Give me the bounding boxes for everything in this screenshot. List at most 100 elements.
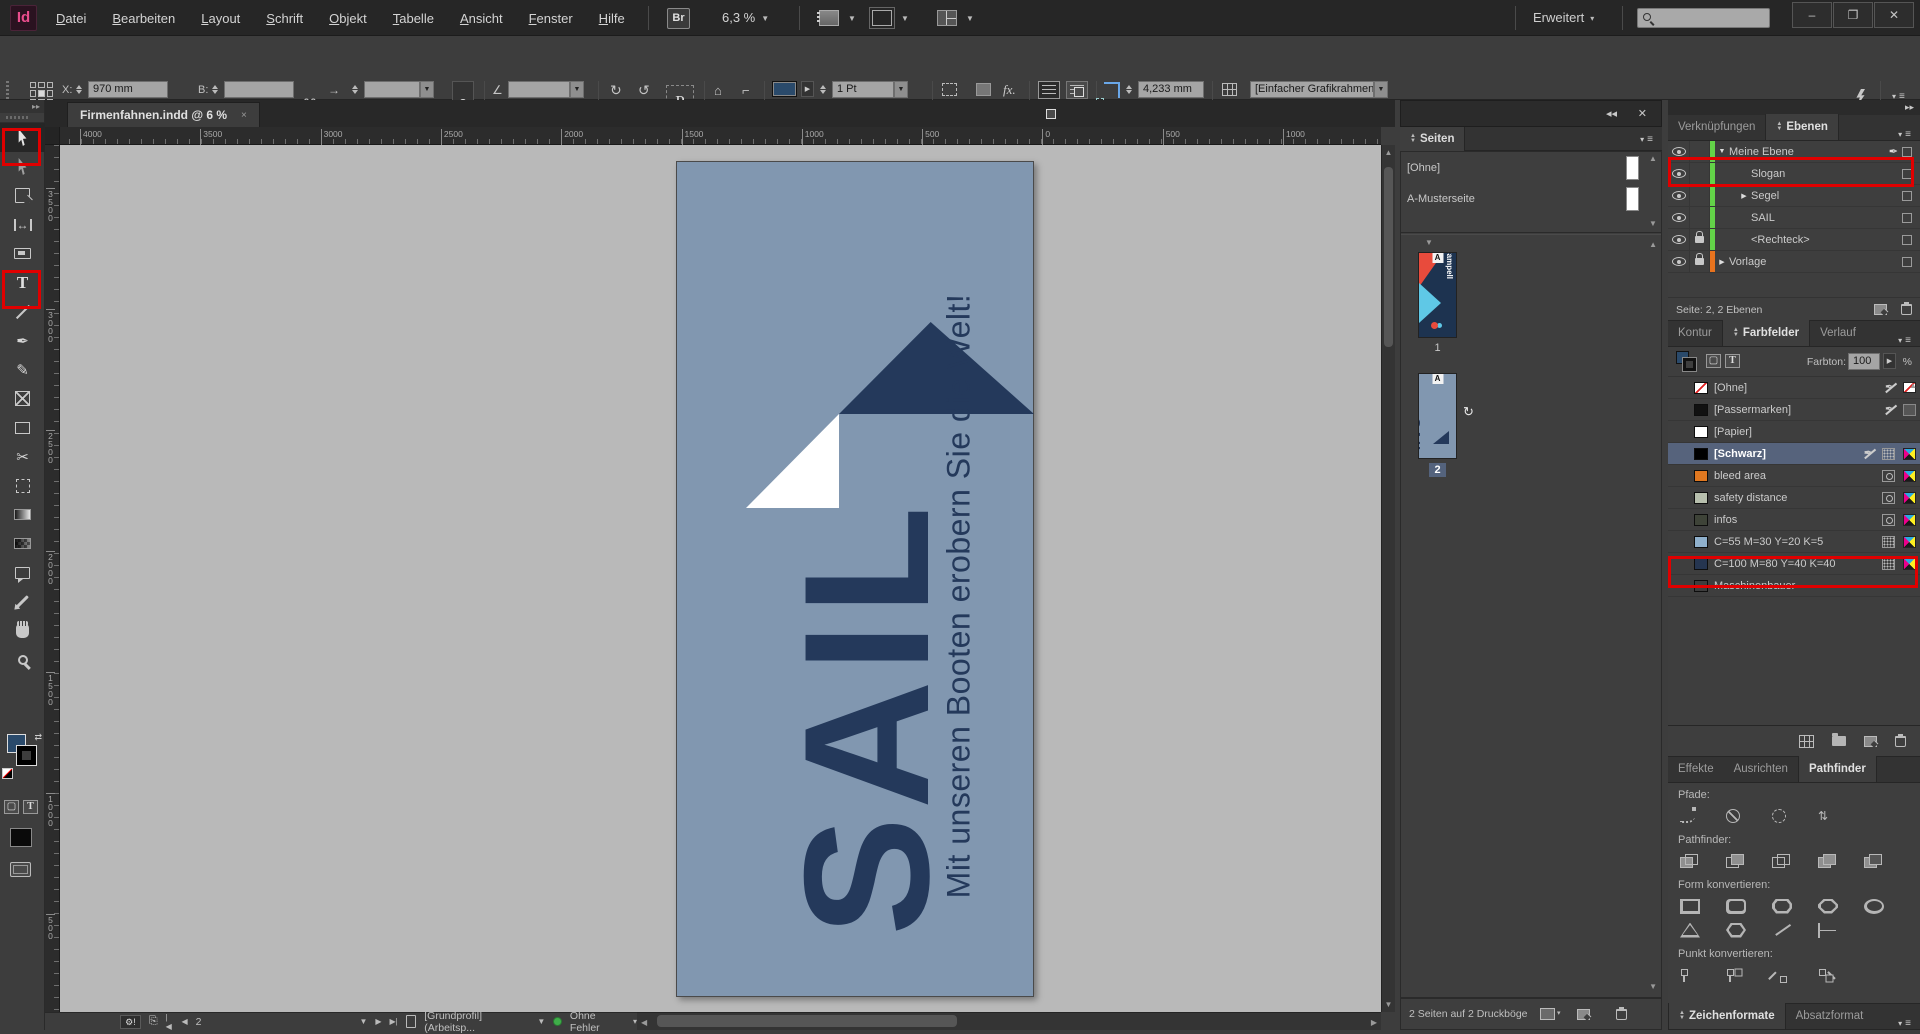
- pathfinder-intersect-icon[interactable]: [1772, 849, 1818, 873]
- scroll-down-icon[interactable]: ▼: [1382, 1000, 1395, 1009]
- sail-triangle-navy[interactable]: [839, 322, 1034, 414]
- rotation-angle-field[interactable]: [508, 81, 570, 98]
- layer-row[interactable]: SAIL ✒: [1668, 207, 1920, 229]
- tools-grip[interactable]: [0, 113, 44, 123]
- fancy-corners-icon[interactable]: [942, 83, 957, 96]
- tab-verknuepfungen[interactable]: Verknüpfungen: [1668, 114, 1765, 140]
- convert-rounded-rectangle-icon[interactable]: [1726, 894, 1772, 918]
- bridge-button[interactable]: Br: [667, 8, 690, 29]
- page-size-icon[interactable]: [1540, 1008, 1555, 1020]
- scroll-down-icon[interactable]: ▼: [1647, 219, 1659, 228]
- convert-polygon-icon[interactable]: [1726, 918, 1772, 942]
- object-style-field[interactable]: [Einfacher Grafikrahmen]+: [1250, 81, 1374, 98]
- layer-name[interactable]: Meine Ebene: [1729, 146, 1889, 158]
- pathfinder-add-icon[interactable]: [1680, 849, 1726, 873]
- free-transform-tool[interactable]: [0, 471, 45, 500]
- note-tool[interactable]: [0, 558, 45, 587]
- pen-tool[interactable]: ✒: [0, 326, 45, 355]
- convert-symmetrical-point-icon[interactable]: [1818, 963, 1864, 987]
- screen-mode-normal-button[interactable]: [10, 862, 31, 877]
- close-button[interactable]: ✕: [1874, 2, 1914, 28]
- scale-x-field[interactable]: [364, 81, 420, 98]
- width-field[interactable]: [224, 81, 294, 98]
- visibility-cell[interactable]: [1668, 163, 1690, 184]
- last-page-button[interactable]: ▶|: [390, 1017, 398, 1026]
- tab-ausrichten[interactable]: Ausrichten: [1724, 756, 1798, 782]
- page-2-label[interactable]: 2: [1418, 464, 1457, 476]
- layer-row[interactable]: <Rechteck> ✒: [1668, 229, 1920, 251]
- stroke-proxy-swatch[interactable]: [17, 746, 36, 765]
- x-field[interactable]: 970 mm: [88, 81, 168, 98]
- first-page-button[interactable]: |◀: [166, 1013, 174, 1031]
- tint-dropdown[interactable]: ▶: [1883, 353, 1896, 369]
- menu-item[interactable]: Objekt: [329, 11, 367, 26]
- fx-button[interactable]: fx.: [1003, 82, 1016, 98]
- layer-name[interactable]: Vorlage: [1729, 256, 1889, 268]
- apply-color-button[interactable]: [10, 828, 32, 847]
- master-page-thumbnail[interactable]: [1626, 156, 1639, 180]
- lock-cell[interactable]: [1690, 229, 1710, 250]
- selection-tool[interactable]: [0, 123, 45, 152]
- layer-name[interactable]: SAIL: [1751, 212, 1889, 224]
- pencil-tool[interactable]: ✎: [0, 355, 45, 384]
- horizontal-ruler[interactable]: 400035003000250020001500100050005001000: [45, 127, 1381, 145]
- select-container-icon[interactable]: ⌂: [714, 83, 722, 98]
- fill-stroke-proxy[interactable]: ⇄: [0, 732, 45, 796]
- swatch-row[interactable]: [Passermarken]: [1668, 399, 1920, 421]
- layer-target-box[interactable]: [1902, 235, 1912, 245]
- document-tab[interactable]: Firmenfahnen.indd @ 6 % ×: [67, 102, 260, 127]
- frame-tool[interactable]: [0, 384, 45, 413]
- zoom-level-dropdown[interactable]: 6,3 %▼: [722, 10, 769, 25]
- page-tool[interactable]: [0, 181, 45, 210]
- horizontal-scroll-thumb[interactable]: [657, 1015, 957, 1027]
- effects-icon[interactable]: [976, 83, 991, 96]
- swatch-row[interactable]: infos: [1668, 509, 1920, 531]
- slogan-text[interactable]: Mit unseren Booten erobern Sie die Welt!: [941, 294, 978, 899]
- sail-triangle-white[interactable]: [746, 414, 839, 508]
- page-1-thumbnail[interactable]: A Campell: [1418, 252, 1457, 338]
- restore-button[interactable]: ❐: [1833, 2, 1873, 28]
- spread-rotation-icon[interactable]: ↻: [1463, 404, 1474, 420]
- new-swatch-group-icon[interactable]: [1832, 736, 1846, 746]
- arrange-documents-button[interactable]: ▼: [937, 8, 974, 28]
- formatting-affects-container-button[interactable]: ▢: [4, 800, 19, 814]
- formats-panel-menu-icon[interactable]: [1898, 1018, 1920, 1029]
- visibility-cell[interactable]: [1668, 251, 1690, 272]
- swatch-row[interactable]: Maschinenbauer: [1668, 575, 1920, 597]
- eye-icon[interactable]: [1672, 213, 1686, 222]
- layer-target-box[interactable]: [1902, 191, 1912, 201]
- swatches-panel-menu-icon[interactable]: [1898, 335, 1920, 346]
- horizontal-scrollbar[interactable]: ◀ ▶: [637, 1012, 1381, 1030]
- reverse-path-icon[interactable]: ⇅: [1818, 804, 1864, 828]
- direct-selection-tool[interactable]: [0, 152, 45, 181]
- convert-line-icon[interactable]: [1772, 918, 1818, 942]
- swatch-row[interactable]: bleed area: [1668, 465, 1920, 487]
- menu-item[interactable]: Fenster: [529, 11, 573, 26]
- convert-beveled-rectangle-icon[interactable]: [1772, 894, 1818, 918]
- swatch-name[interactable]: C=100 M=80 Y=40 K=40: [1714, 558, 1876, 570]
- fill-dropdown[interactable]: ▶: [801, 81, 814, 97]
- swatch-name[interactable]: infos: [1714, 514, 1876, 526]
- object-style-dropdown[interactable]: ▼: [1374, 81, 1388, 98]
- sail-wordmark[interactable]: SAIL: [778, 498, 956, 935]
- page-flag[interactable]: SAIL Mit unseren Booten erobern Sie die …: [676, 161, 1034, 997]
- eyedropper-tool[interactable]: [0, 587, 45, 616]
- rotation-angle-dropdown[interactable]: ▼: [570, 81, 584, 98]
- scroll-left-icon[interactable]: ◀: [641, 1018, 647, 1027]
- delete-layer-icon[interactable]: [1901, 304, 1912, 315]
- convert-triangle-icon[interactable]: [1680, 918, 1726, 942]
- spread-arrow-icon[interactable]: ▼: [1425, 238, 1433, 247]
- tint-field[interactable]: 100: [1848, 353, 1880, 370]
- scale-x-dropdown[interactable]: ▼: [420, 81, 434, 98]
- page-number-field[interactable]: 2: [196, 1016, 202, 1028]
- rectangle-tool[interactable]: [0, 413, 45, 442]
- layer-target-box[interactable]: [1902, 257, 1912, 267]
- close-panel-icon[interactable]: ✕: [1638, 107, 1647, 120]
- swatch-name[interactable]: safety distance: [1714, 492, 1876, 504]
- swatch-name[interactable]: [Schwarz]: [1714, 448, 1858, 460]
- layer-name[interactable]: Segel: [1751, 190, 1889, 202]
- scroll-up-icon[interactable]: ▲: [1382, 148, 1395, 157]
- menu-item[interactable]: Bearbeiten: [112, 11, 175, 26]
- menu-item[interactable]: Hilfe: [599, 11, 625, 26]
- layer-target-box[interactable]: [1902, 147, 1912, 157]
